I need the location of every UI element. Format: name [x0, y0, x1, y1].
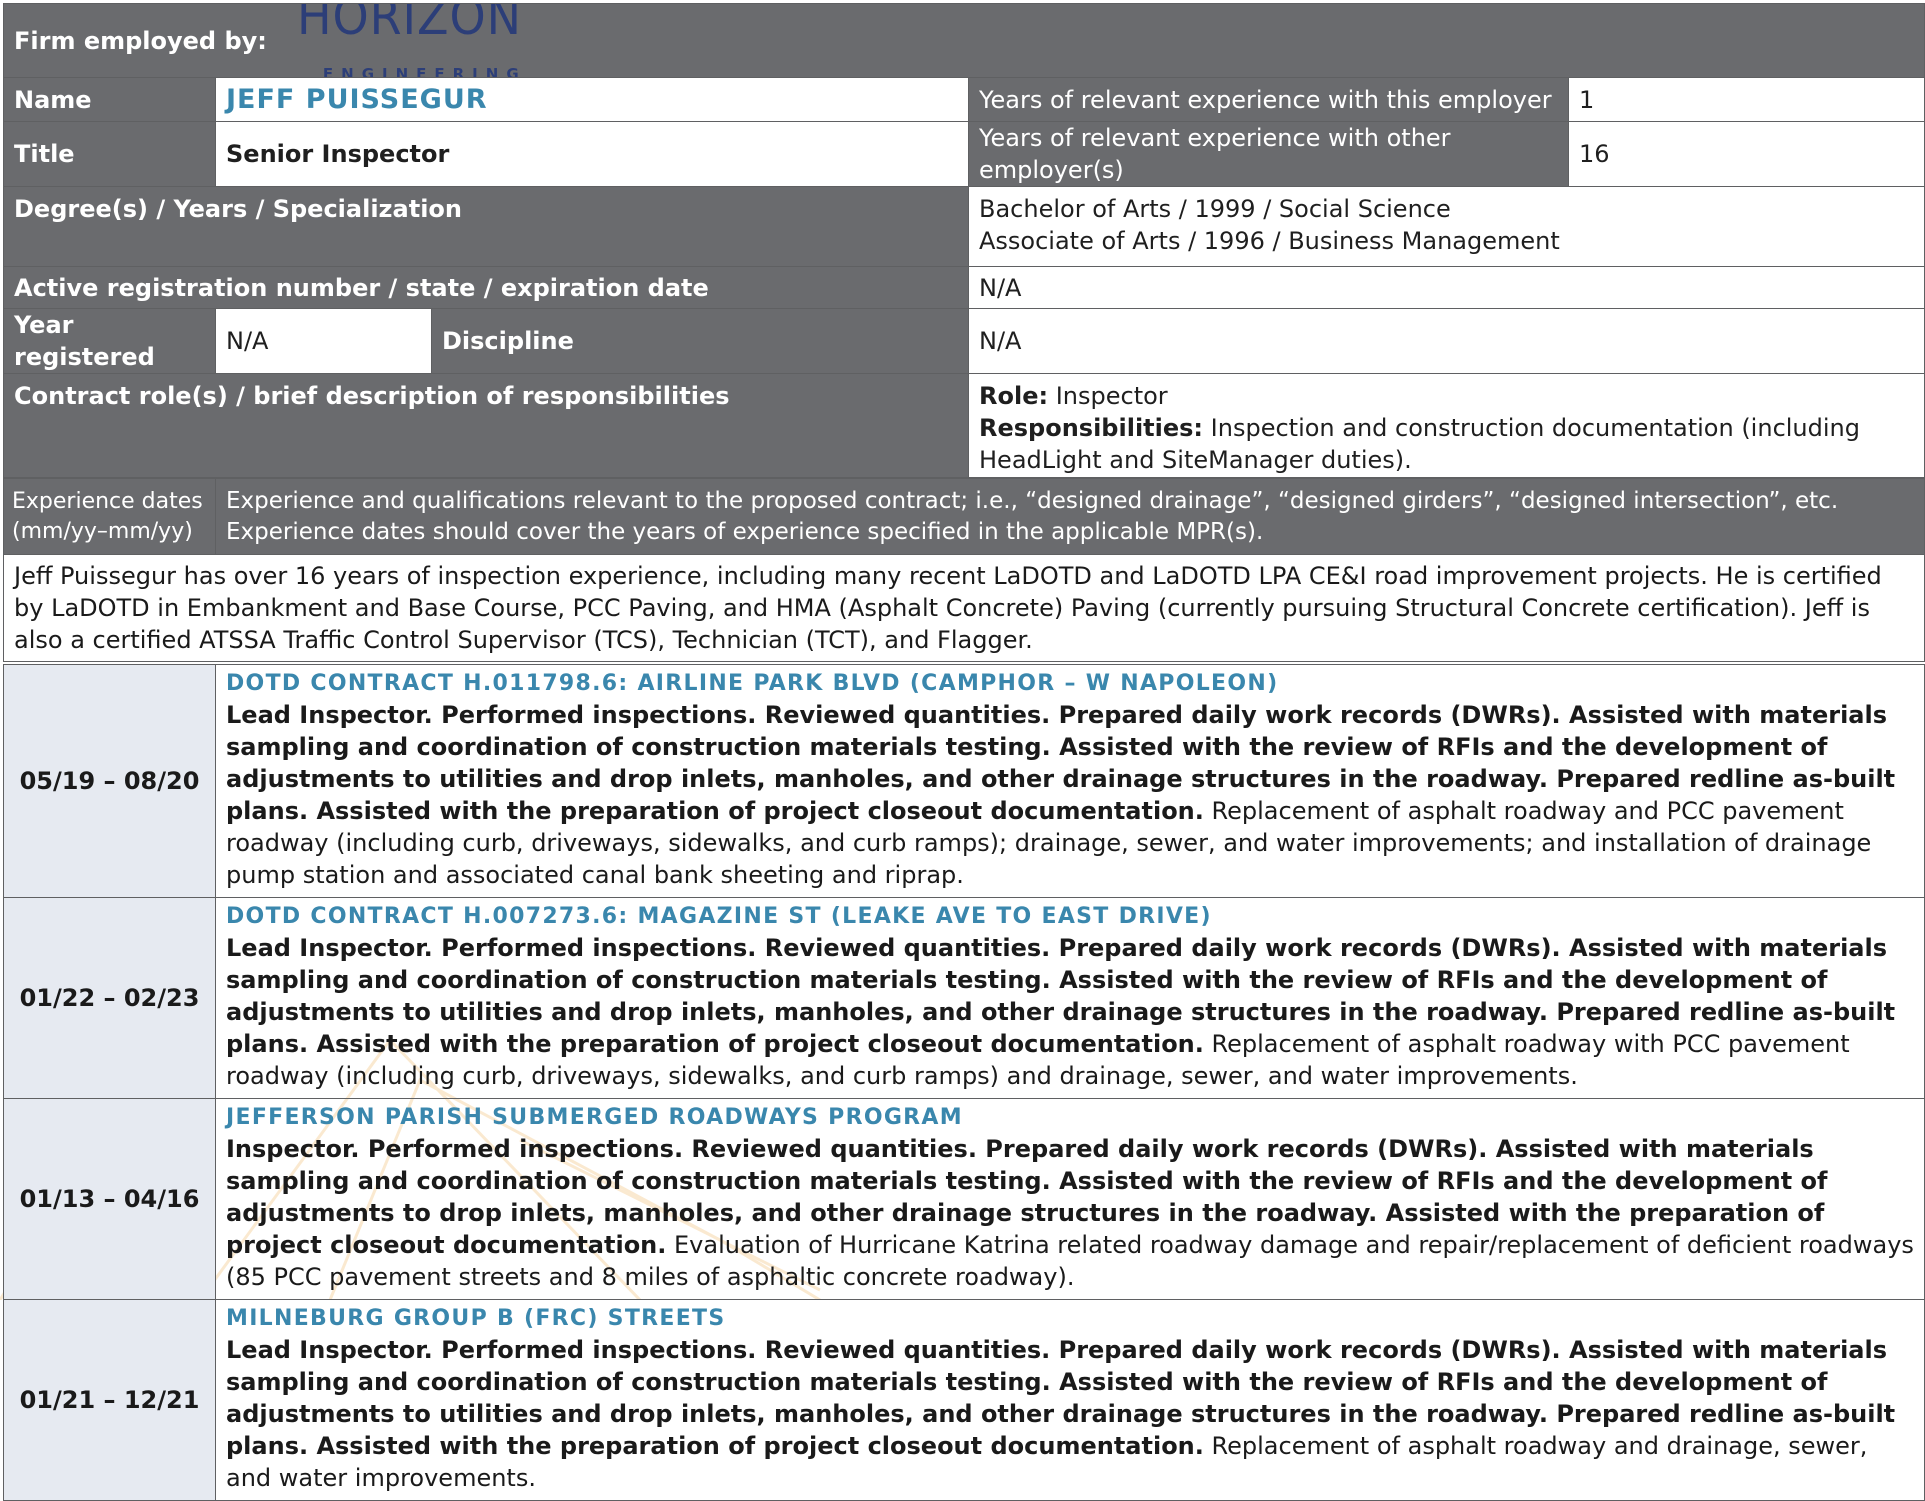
- year-registered-value: N/A: [215, 308, 432, 374]
- dates-label-line2: (mm/yy–mm/yy): [12, 518, 193, 544]
- firm-label: Firm employed by:: [14, 26, 267, 55]
- role-value: Role: Inspector Responsibilities: Inspec…: [967, 373, 1925, 478]
- project-row: 01/22 – 02/23 DOTD CONTRACT H.007273.6: …: [3, 897, 1925, 1099]
- role-label: Contract role(s) / brief description of …: [3, 373, 969, 478]
- firm-cell: Firm employed by: HORIZON ENGINEERING: [2, 3, 1925, 78]
- dates-label-line1: Experience dates: [12, 488, 203, 514]
- project-dates: 01/22 – 02/23: [3, 897, 216, 1099]
- experience-description: Experience and qualifications relevant t…: [215, 478, 1925, 555]
- years-other-value: 16: [1567, 121, 1925, 187]
- project-title: DOTD CONTRACT H.007273.6: MAGAZINE ST (L…: [226, 904, 1212, 929]
- experience-header-row: Experience dates (mm/yy–mm/yy) Experienc…: [3, 478, 1925, 555]
- discipline-value: N/A: [967, 308, 1925, 374]
- summary-row: Jeff Puissegur has over 16 years of insp…: [3, 554, 1925, 662]
- degree-line-2: Associate of Arts / 1996 / Business Mana…: [979, 227, 1560, 255]
- project-row: 05/19 – 08/20 DOTD CONTRACT H.011798.6: …: [3, 664, 1925, 898]
- project-row: 01/21 – 12/21 MILNEBURG GROUP B (FRC) ST…: [3, 1299, 1925, 1501]
- logo-text: HORIZON: [296, 3, 522, 46]
- project-dates: 01/21 – 12/21: [3, 1299, 216, 1501]
- degree-label: Degree(s) / Years / Specialization: [3, 186, 969, 267]
- years-this-value: 1: [1567, 77, 1925, 122]
- title-value: Senior Inspector: [215, 121, 969, 187]
- years-other-label: Years of relevant experience with other …: [968, 121, 1569, 187]
- role-row: Contract role(s) / brief description of …: [3, 373, 1925, 478]
- title-row: Title Senior Inspector Years of relevant…: [3, 121, 1925, 187]
- degree-row: Degree(s) / Years / Specialization Bache…: [3, 186, 1925, 267]
- project-details: MILNEBURG GROUP B (FRC) STREETS Lead Ins…: [215, 1299, 1925, 1501]
- degree-line-1: Bachelor of Arts / 1999 / Social Science: [979, 195, 1451, 223]
- project-details: JEFFERSON PARISH SUBMERGED ROADWAYS PROG…: [215, 1098, 1925, 1300]
- registration-row: Active registration number / state / exp…: [3, 266, 1925, 309]
- project-dates: 05/19 – 08/20: [3, 664, 216, 898]
- project-details: DOTD CONTRACT H.011798.6: AIRLINE PARK B…: [215, 664, 1925, 898]
- registration-label: Active registration number / state / exp…: [3, 266, 969, 309]
- name-row: Name JEFF PUISSEGUR Years of relevant ex…: [3, 77, 1925, 122]
- responsibilities-prefix: Responsibilities:: [979, 414, 1204, 442]
- summary-text: Jeff Puissegur has over 16 years of insp…: [3, 554, 1925, 662]
- project-title: MILNEBURG GROUP B (FRC) STREETS: [226, 1306, 726, 1331]
- experience-dates-label: Experience dates (mm/yy–mm/yy): [3, 478, 216, 555]
- role-text: Inspector: [1055, 382, 1168, 410]
- project-dates: 01/13 – 04/16: [3, 1098, 216, 1300]
- years-this-label: Years of relevant experience with this e…: [968, 77, 1569, 122]
- logo-subtext: ENGINEERING: [322, 64, 527, 78]
- firm-row: Firm employed by: HORIZON ENGINEERING: [2, 3, 1925, 78]
- role-prefix: Role:: [979, 382, 1049, 410]
- experience-table: Experience dates (mm/yy–mm/yy) Experienc…: [3, 478, 1925, 1501]
- project-details: DOTD CONTRACT H.007273.6: MAGAZINE ST (L…: [215, 897, 1925, 1099]
- project-title: JEFFERSON PARISH SUBMERGED ROADWAYS PROG…: [226, 1105, 963, 1130]
- project-row: 01/13 – 04/16 JEFFERSON PARISH SUBMERGED…: [3, 1098, 1925, 1300]
- year-registered-text: N/A: [226, 327, 269, 355]
- title-label: Title: [3, 121, 216, 187]
- discipline-label: Discipline: [431, 308, 969, 374]
- year-registered-row: Year registered N/A Discipline N/A: [3, 308, 1925, 374]
- personnel-table: Firm employed by: HORIZON ENGINEERING Na…: [2, 3, 1925, 478]
- year-registered-label: Year registered: [3, 308, 216, 374]
- name-label: Name: [3, 77, 216, 122]
- resume-page: Firm employed by: HORIZON ENGINEERING Na…: [0, 0, 1925, 1501]
- resume-form: Firm employed by: HORIZON ENGINEERING Na…: [2, 3, 1925, 1501]
- name-value: JEFF PUISSEGUR: [226, 83, 488, 115]
- degree-value: Bachelor of Arts / 1999 / Social Science…: [967, 186, 1925, 267]
- registration-value: N/A: [967, 266, 1925, 309]
- project-title: DOTD CONTRACT H.011798.6: AIRLINE PARK B…: [226, 671, 1279, 696]
- horizon-logo: HORIZON ENGINEERING: [295, 5, 521, 78]
